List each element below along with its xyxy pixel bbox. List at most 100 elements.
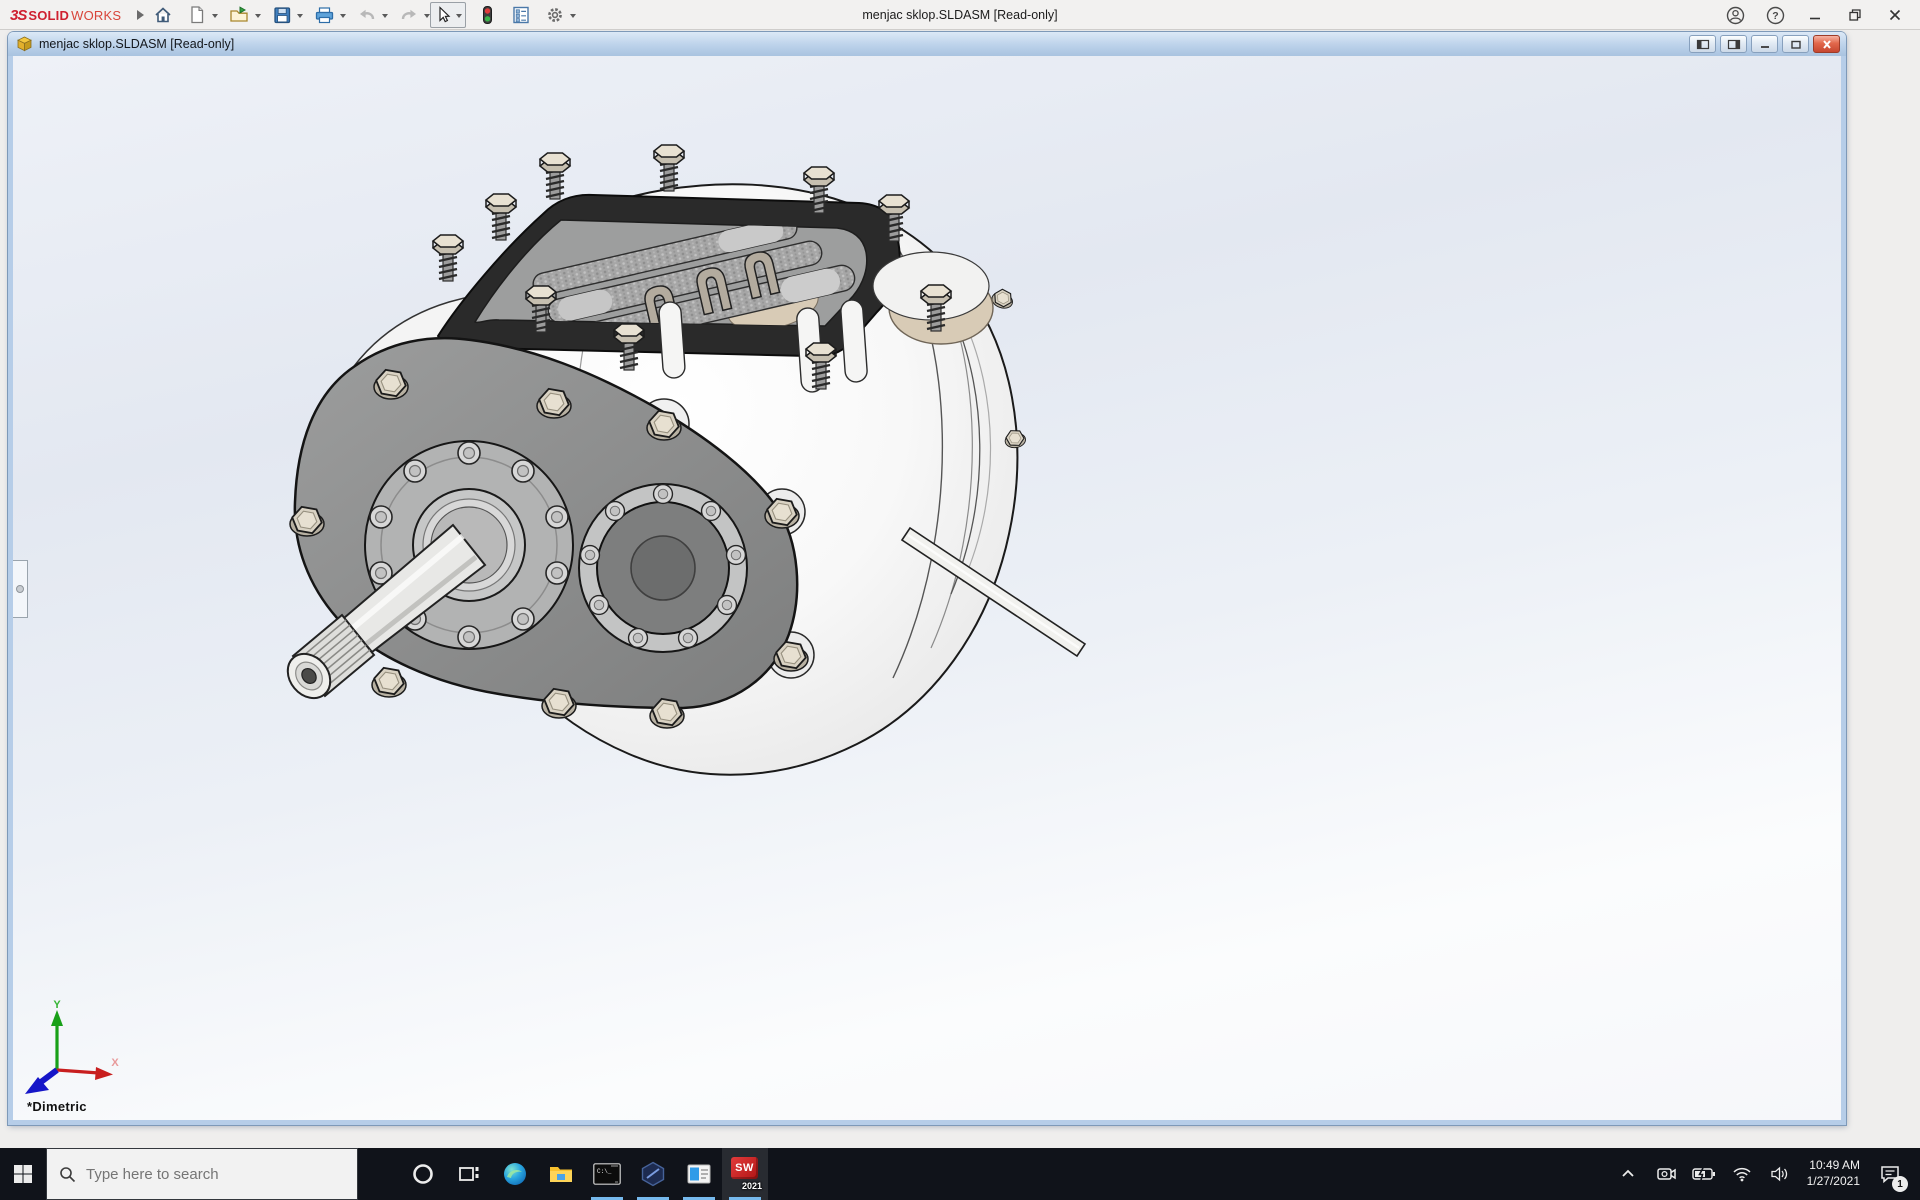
system-tray: 10:49 AM 1/27/2021 1 bbox=[1609, 1148, 1920, 1200]
close-icon bbox=[1887, 7, 1903, 23]
select-dropdown[interactable] bbox=[456, 14, 462, 21]
svg-text:?: ? bbox=[1772, 10, 1778, 22]
restore-button[interactable] bbox=[1838, 2, 1872, 28]
countershaft-cover bbox=[579, 484, 747, 652]
clock-time: 10:49 AM bbox=[1807, 1158, 1860, 1174]
doc-restore-icon bbox=[1789, 39, 1803, 50]
redo-icon bbox=[399, 5, 419, 25]
home-icon bbox=[153, 5, 173, 25]
notification-badge: 1 bbox=[1892, 1176, 1908, 1192]
document-window: menjac sklop.SLDASM [Read-only] bbox=[8, 32, 1846, 1125]
undo-dropdown[interactable] bbox=[382, 14, 388, 21]
battery-charging-icon bbox=[1692, 1166, 1716, 1182]
redo-button[interactable] bbox=[396, 2, 422, 28]
hexagon-app-button[interactable] bbox=[630, 1148, 676, 1200]
save-button[interactable] bbox=[269, 2, 295, 28]
meet-now-icon bbox=[1656, 1164, 1676, 1184]
z-axis bbox=[25, 1070, 57, 1094]
options-button[interactable] bbox=[542, 2, 568, 28]
performance-stoplight-button[interactable] bbox=[474, 2, 500, 28]
doc-minimize-icon bbox=[1758, 39, 1772, 50]
featuremanager-handle[interactable] bbox=[13, 560, 28, 618]
undo-button[interactable] bbox=[354, 2, 380, 28]
save-dropdown[interactable] bbox=[297, 14, 303, 21]
options-dropdown[interactable] bbox=[570, 14, 576, 21]
task-view-icon bbox=[457, 1162, 481, 1186]
help-icon: ? bbox=[1766, 6, 1785, 25]
restore-icon bbox=[1847, 7, 1863, 23]
task-pane-button[interactable] bbox=[508, 2, 534, 28]
command-prompt-button[interactable]: C:\_ bbox=[584, 1148, 630, 1200]
wifi-button[interactable] bbox=[1723, 1148, 1761, 1200]
battery-button[interactable] bbox=[1685, 1148, 1723, 1200]
volume-button[interactable] bbox=[1761, 1148, 1799, 1200]
save-icon bbox=[272, 5, 292, 25]
account-button[interactable] bbox=[1718, 2, 1752, 28]
gear-icon bbox=[545, 5, 565, 25]
tray-overflow-button[interactable] bbox=[1609, 1148, 1647, 1200]
clock-date: 1/27/2021 bbox=[1807, 1174, 1860, 1190]
taskbar-clock[interactable]: 10:49 AM 1/27/2021 bbox=[1799, 1158, 1868, 1189]
edge-icon bbox=[502, 1161, 528, 1187]
3d-viewport[interactable]: Y X *Dimetric bbox=[8, 56, 1846, 1125]
windows-taskbar: C:\_ SW 2021 bbox=[0, 1148, 1920, 1200]
solidworks-app-button[interactable]: SW 2021 bbox=[722, 1148, 768, 1200]
brand-solid: SOLID bbox=[28, 8, 69, 23]
action-center-button[interactable]: 1 bbox=[1868, 1148, 1912, 1200]
window-app-icon bbox=[686, 1161, 712, 1187]
solidworks-taskbar-icon: SW bbox=[731, 1157, 758, 1179]
document-window-controls bbox=[1689, 35, 1840, 53]
start-button[interactable] bbox=[0, 1148, 46, 1200]
windows-start-icon bbox=[12, 1163, 34, 1185]
taskbar-search[interactable] bbox=[46, 1148, 358, 1200]
search-icon bbox=[59, 1166, 76, 1183]
search-input[interactable] bbox=[86, 1166, 326, 1183]
doc-restore-button[interactable] bbox=[1782, 35, 1809, 53]
open-button[interactable] bbox=[226, 2, 253, 28]
app-window-controls: ? bbox=[1718, 0, 1912, 30]
pane-right-icon bbox=[1727, 39, 1741, 50]
open-dropdown[interactable] bbox=[255, 14, 261, 21]
edge-button[interactable] bbox=[492, 1148, 538, 1200]
app-titlebar: 3S SOLIDWORKS bbox=[0, 0, 1920, 30]
print-dropdown[interactable] bbox=[340, 14, 346, 21]
app-title: menjac sklop.SLDASM [Read-only] bbox=[862, 0, 1057, 30]
select-tool-button[interactable] bbox=[430, 2, 466, 28]
ds-logo-icon: 3S bbox=[10, 7, 26, 24]
x-axis: X bbox=[57, 1057, 119, 1080]
document-title: menjac sklop.SLDASM [Read-only] bbox=[39, 37, 234, 51]
doc-minimize-button[interactable] bbox=[1751, 35, 1778, 53]
new-document-button[interactable] bbox=[184, 2, 210, 28]
task-view-button[interactable] bbox=[446, 1148, 492, 1200]
open-icon bbox=[229, 5, 250, 25]
pane-left-button[interactable] bbox=[1689, 35, 1716, 53]
document-titlebar[interactable]: menjac sklop.SLDASM [Read-only] bbox=[8, 32, 1846, 56]
minimize-button[interactable] bbox=[1798, 2, 1832, 28]
wifi-icon bbox=[1732, 1166, 1752, 1182]
minimize-icon bbox=[1807, 7, 1823, 23]
close-button[interactable] bbox=[1878, 2, 1912, 28]
file-explorer-button[interactable] bbox=[538, 1148, 584, 1200]
doc-close-button[interactable] bbox=[1813, 35, 1840, 53]
cortana-button[interactable] bbox=[400, 1148, 446, 1200]
meet-now-button[interactable] bbox=[1647, 1148, 1685, 1200]
brand-works: WORKS bbox=[71, 8, 121, 23]
solidworks-year-badge: 2021 bbox=[742, 1181, 762, 1191]
print-button[interactable] bbox=[311, 2, 338, 28]
new-document-dropdown[interactable] bbox=[212, 14, 218, 21]
home-button[interactable] bbox=[150, 2, 176, 28]
pane-right-button[interactable] bbox=[1720, 35, 1747, 53]
chevron-up-icon bbox=[1620, 1166, 1636, 1182]
doc-close-icon bbox=[1820, 39, 1834, 50]
view-orientation-label: *Dimetric bbox=[27, 1099, 87, 1114]
cortana-icon bbox=[411, 1162, 435, 1186]
hexagon-app-icon bbox=[640, 1161, 666, 1187]
new-document-icon bbox=[187, 5, 207, 25]
y-axis: Y bbox=[51, 1000, 63, 1070]
orientation-triad[interactable]: Y X bbox=[23, 1000, 123, 1100]
help-button[interactable]: ? bbox=[1758, 2, 1792, 28]
window-app-button[interactable] bbox=[676, 1148, 722, 1200]
brand-expand-icon[interactable] bbox=[137, 10, 149, 20]
user-icon bbox=[1726, 6, 1745, 25]
quick-access-toolbar bbox=[150, 0, 576, 30]
